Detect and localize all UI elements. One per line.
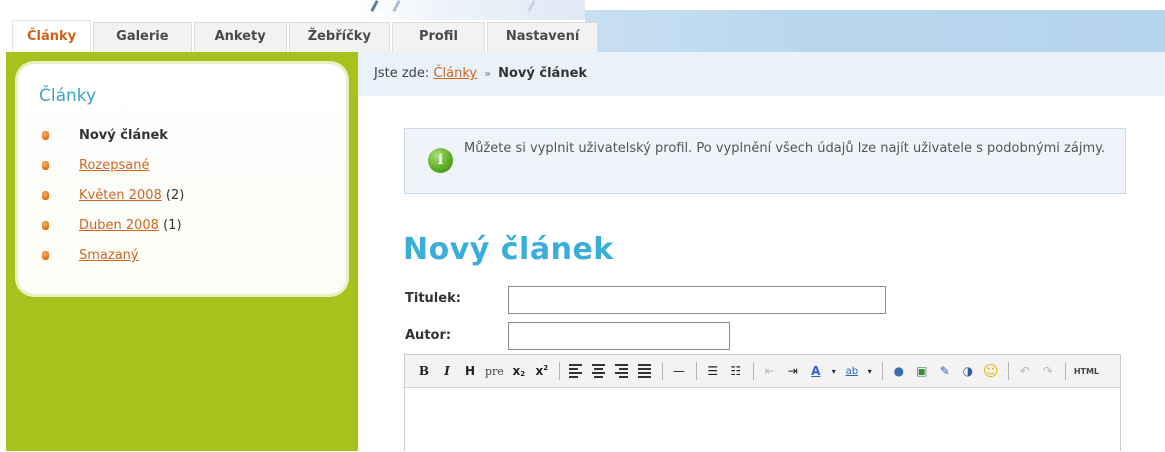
- editor-toolbar: B I H pre x2 x2 — ☰ ☷ ⇤ ⇥ A ▾ ab ▾ ● ▣ ✎…: [405, 355, 1120, 388]
- redo-icon[interactable]: ↷: [1037, 360, 1059, 382]
- toolbar-separator: [695, 362, 697, 380]
- align-left-button[interactable]: [565, 360, 587, 382]
- bullet-icon: [42, 191, 49, 200]
- sidebar-link-kveten-2008[interactable]: Květen 2008: [79, 188, 162, 203]
- left-sidebar: Články Nový článek Rozepsané Květen 2008…: [6, 52, 358, 451]
- sidebar-link-duben-2008[interactable]: Duben 2008: [79, 218, 159, 233]
- tab-profil[interactable]: Profil: [391, 22, 485, 52]
- sidebar-menu: Nový článek Rozepsané Květen 2008 (2) Du…: [42, 126, 184, 276]
- breadcrumb-prefix: Jste zde:: [374, 66, 430, 81]
- info-icon: i: [428, 148, 453, 173]
- title-input[interactable]: [508, 286, 886, 314]
- sidebar-box: Články Nový článek Rozepsané Květen 2008…: [18, 64, 346, 294]
- sidebar-item-label: Nový článek: [79, 128, 168, 143]
- sidebar-item-novy-clanek: Nový článek: [42, 126, 184, 156]
- title-label: Titulek:: [405, 291, 461, 306]
- subscript-label: x: [512, 364, 521, 378]
- rich-text-editor: B I H pre x2 x2 — ☰ ☷ ⇤ ⇥ A ▾ ab ▾ ● ▣ ✎…: [404, 354, 1121, 451]
- numbered-list-button[interactable]: ☷: [725, 360, 747, 382]
- superscript-label: x: [535, 364, 544, 378]
- indent-button[interactable]: ⇥: [782, 360, 804, 382]
- info-message: i Můžete si vyplnit uživatelský profil. …: [404, 128, 1126, 194]
- align-center-button[interactable]: [588, 360, 610, 382]
- text-color-button[interactable]: A: [805, 360, 827, 382]
- toolbar-separator: [881, 362, 883, 380]
- tab-clanky[interactable]: Články: [12, 20, 92, 52]
- html-source-button[interactable]: HTML: [1071, 360, 1102, 382]
- superscript-button[interactable]: x2: [531, 360, 553, 382]
- outdent-button[interactable]: ⇤: [759, 360, 781, 382]
- highlight-label: ab: [845, 365, 859, 377]
- bullet-icon: [42, 251, 49, 260]
- tab-galerie[interactable]: Galerie: [93, 22, 192, 52]
- chevron-down-icon[interactable]: ▾: [828, 360, 840, 382]
- sidebar-item-smazany: Smazaný: [42, 246, 184, 276]
- header-decoration: [355, 0, 585, 20]
- highlight-button[interactable]: ab: [841, 360, 863, 382]
- page-title: Nový článek: [403, 232, 614, 267]
- sidebar-item-count: (1): [163, 218, 182, 233]
- sidebar-item-count: (2): [165, 188, 185, 203]
- pre-button[interactable]: pre: [482, 360, 507, 382]
- bullet-icon: [42, 161, 49, 170]
- bullet-icon: [42, 221, 49, 230]
- toolbar-separator: [661, 362, 663, 380]
- author-label: Autor:: [405, 328, 452, 343]
- editor-content-area[interactable]: [405, 389, 1120, 452]
- header-banner-image: [585, 10, 1165, 52]
- bold-button[interactable]: B: [413, 360, 435, 382]
- toolbar-separator: [558, 362, 560, 380]
- sidebar-item-rozepsane: Rozepsané: [42, 156, 184, 186]
- sidebar-link-smazany[interactable]: Smazaný: [79, 248, 139, 263]
- toolbar-separator: [1064, 362, 1066, 380]
- main-tabs: Články Galerie Ankety Žebříčky Profil Na…: [12, 20, 600, 52]
- align-justify-button[interactable]: [634, 360, 656, 382]
- sidebar-link-rozepsane[interactable]: Rozepsané: [79, 158, 149, 173]
- bullet-icon: [42, 131, 49, 140]
- italic-button[interactable]: I: [436, 360, 458, 382]
- header: Články Galerie Ankety Žebříčky Profil Na…: [0, 0, 1165, 52]
- info-text: Můžete si vyplnit uživatelský profil. Po…: [464, 141, 1106, 156]
- smiley-icon[interactable]: ☺: [980, 360, 1002, 382]
- edit-icon[interactable]: ✎: [934, 360, 956, 382]
- heading-button[interactable]: H: [459, 360, 481, 382]
- align-right-button[interactable]: [611, 360, 633, 382]
- breadcrumb-link-clanky[interactable]: Články: [433, 66, 477, 81]
- chevron-down-icon[interactable]: ▾: [864, 360, 876, 382]
- tab-zebricky[interactable]: Žebříčky: [288, 22, 390, 52]
- tab-ankety[interactable]: Ankety: [193, 22, 287, 52]
- sidebar-title: Články: [39, 86, 97, 106]
- link-icon[interactable]: ●: [888, 360, 910, 382]
- toolbar-separator: [1007, 362, 1009, 380]
- sidebar-item-duben-2008: Duben 2008 (1): [42, 216, 184, 246]
- breadcrumb-current: Nový článek: [498, 66, 588, 81]
- text-color-label: A: [811, 364, 821, 378]
- sidebar-item-kveten-2008: Květen 2008 (2): [42, 186, 184, 216]
- breadcrumb-separator: »: [484, 67, 491, 80]
- horizontal-rule-button[interactable]: —: [668, 360, 690, 382]
- toolbar-separator: [752, 362, 754, 380]
- subscript-button[interactable]: x2: [508, 360, 530, 382]
- tab-nastaveni[interactable]: Nastavení: [486, 22, 599, 52]
- breadcrumb: Jste zde: Články » Nový článek: [358, 52, 1165, 96]
- image-icon[interactable]: ▣: [911, 360, 933, 382]
- flash-icon[interactable]: ◑: [957, 360, 979, 382]
- bullet-list-button[interactable]: ☰: [702, 360, 724, 382]
- undo-icon[interactable]: ↶: [1014, 360, 1036, 382]
- author-input[interactable]: [508, 322, 730, 350]
